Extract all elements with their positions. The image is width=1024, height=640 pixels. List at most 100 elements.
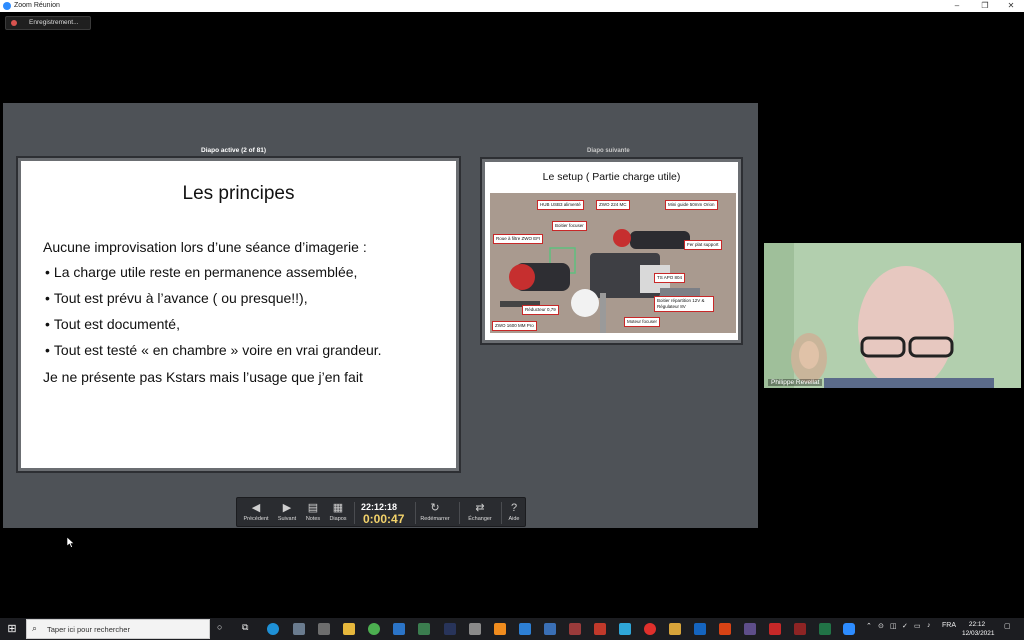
task-view-icon[interactable]: ⧉ bbox=[242, 622, 248, 633]
app-icon[interactable] bbox=[594, 623, 606, 635]
app-icon[interactable] bbox=[619, 623, 631, 635]
next-slide-frame[interactable]: Le setup ( Partie charge utile) HUB USB3… bbox=[480, 157, 743, 345]
next-button[interactable]: ▶ Suivant bbox=[273, 498, 301, 528]
maximize-button[interactable]: ❐ bbox=[972, 0, 998, 12]
restart-label: Redémarrer bbox=[420, 516, 450, 522]
opera-icon[interactable] bbox=[644, 623, 656, 635]
zoom-taskbar-icon[interactable] bbox=[843, 623, 855, 635]
vlc-icon[interactable] bbox=[494, 623, 506, 635]
mail-icon[interactable] bbox=[393, 623, 405, 635]
active-slide-label: Diapo active (2 of 81) bbox=[201, 147, 267, 154]
tray-icon[interactable]: ✓ bbox=[902, 622, 908, 630]
volume-icon[interactable]: ♪ bbox=[927, 622, 931, 629]
window-titlebar: Zoom Réunion – ❐ ✕ bbox=[0, 0, 1024, 12]
elapsed-timer: 0:00:47 bbox=[363, 512, 405, 526]
participant-video[interactable]: Philippe Revellat bbox=[764, 243, 1021, 388]
slide-title: Les principes bbox=[182, 183, 295, 204]
app-icon[interactable] bbox=[744, 623, 756, 635]
system-clock[interactable]: 22:12 12/03/2021 bbox=[962, 620, 995, 638]
app-icon[interactable] bbox=[669, 623, 681, 635]
presenter-view: Diapo active (2 of 81) Diapo suivante Le… bbox=[3, 103, 758, 528]
participant-image bbox=[764, 243, 1021, 388]
app-icon[interactable] bbox=[544, 623, 556, 635]
arrow-right-icon: ▶ bbox=[282, 502, 292, 514]
app-icon[interactable] bbox=[794, 623, 806, 635]
callout-moteur-focuser: Moteur focuser bbox=[624, 317, 661, 327]
callout-roue-filtre: Roue à filtre ZWO EFI bbox=[493, 234, 544, 244]
app-icon[interactable] bbox=[418, 623, 430, 635]
slide-bullet: Tout est prévu à l’avance ( ou presque!!… bbox=[45, 289, 382, 315]
slide-bullet: La charge utile reste en permanence asse… bbox=[45, 263, 382, 289]
next-slide-title: Le setup ( Partie charge utile) bbox=[542, 171, 681, 183]
app-icon[interactable] bbox=[293, 623, 305, 635]
help-icon: ? bbox=[510, 502, 518, 514]
tray-icon[interactable]: ◫ bbox=[890, 622, 897, 630]
callout-boitier-focuser: Boitier focuser bbox=[552, 221, 587, 231]
presenter-toolbar: ◀ Précédent ▶ Suivant ▤ Notes ▦ Diapos 2… bbox=[236, 497, 526, 527]
photoshop-icon[interactable] bbox=[444, 623, 456, 635]
previous-label: Précédent bbox=[243, 516, 269, 522]
dropbox-icon[interactable] bbox=[519, 623, 531, 635]
help-button[interactable]: ? Aide bbox=[503, 498, 525, 528]
language-indicator[interactable]: FRA bbox=[942, 622, 956, 629]
app-icon[interactable] bbox=[769, 623, 781, 635]
app-icon[interactable] bbox=[569, 623, 581, 635]
callout-mini-guide: Mini guide 50mm Orion bbox=[665, 200, 718, 210]
excel-icon[interactable] bbox=[819, 623, 831, 635]
callout-fer-plat: Fer plat support bbox=[684, 240, 722, 250]
current-slide: Les principes Aucune improvisation lors … bbox=[21, 161, 456, 468]
restart-button[interactable]: ↻ Redémarrer bbox=[417, 498, 453, 528]
cortana-icon[interactable]: ○ bbox=[217, 622, 222, 632]
system-time: 22:12 bbox=[968, 621, 986, 628]
store-icon[interactable] bbox=[318, 623, 330, 635]
taskbar-search-input[interactable]: ⌕ Taper ici pour rechercher bbox=[26, 619, 210, 639]
slide-intro: Aucune improvisation lors d’une séance d… bbox=[43, 239, 367, 255]
recording-label: Enregistrement... bbox=[29, 19, 79, 26]
tray-chevron-icon[interactable]: ⌃ bbox=[866, 622, 872, 630]
slide-bullet: Tout est testé « en chambre » voire en v… bbox=[45, 341, 382, 367]
chrome-icon[interactable] bbox=[368, 623, 380, 635]
callout-zwo-224: ZWO 224 MC bbox=[596, 200, 630, 210]
windows-start-icon[interactable]: ⊞ bbox=[4, 621, 20, 637]
swap-button[interactable]: ⇄ Échanger bbox=[463, 498, 497, 528]
previous-button[interactable]: ◀ Précédent bbox=[239, 498, 273, 528]
notification-icon[interactable]: ▢ bbox=[1004, 622, 1011, 630]
search-icon: ⌕ bbox=[32, 623, 38, 633]
current-slide-frame[interactable]: Les principes Aucune improvisation lors … bbox=[16, 156, 461, 473]
swap-icon: ⇄ bbox=[475, 502, 485, 514]
arrow-left-icon: ◀ bbox=[251, 502, 261, 514]
tray-icon[interactable]: ⊙ bbox=[878, 622, 884, 630]
help-label: Aide bbox=[508, 516, 520, 522]
search-placeholder: Taper ici pour rechercher bbox=[47, 625, 130, 634]
slides-button[interactable]: ▦ Diapos bbox=[325, 498, 351, 528]
next-slide-label: Diapo suivante bbox=[587, 148, 630, 154]
notes-button[interactable]: ▤ Notes bbox=[301, 498, 325, 528]
notes-icon: ▤ bbox=[307, 502, 319, 514]
slides-label: Diapos bbox=[329, 516, 347, 522]
separator bbox=[354, 502, 355, 524]
window-title: Zoom Réunion bbox=[14, 2, 60, 9]
callout-zwo-1600: ZWO 1600 MM Pro bbox=[492, 321, 537, 331]
slide-bullets: La charge utile reste en permanence asse… bbox=[45, 263, 382, 367]
explorer-icon[interactable] bbox=[343, 623, 355, 635]
network-icon[interactable]: ▭ bbox=[914, 622, 921, 630]
next-label: Suivant bbox=[277, 516, 297, 522]
grid-icon: ▦ bbox=[332, 502, 344, 514]
minimize-button[interactable]: – bbox=[944, 0, 970, 12]
zoom-app-icon bbox=[3, 2, 11, 10]
close-button[interactable]: ✕ bbox=[998, 0, 1024, 12]
swap-label: Échanger bbox=[468, 516, 492, 522]
clock: 22:12:18 bbox=[361, 502, 398, 512]
slide-bullet: Tout est documenté, bbox=[45, 315, 382, 341]
callout-ts-apo: TS APO 804 bbox=[654, 273, 686, 283]
separator bbox=[459, 502, 460, 524]
callout-hub-usb3: HUB USB3 alimenté bbox=[537, 200, 584, 210]
slide-outro: Je ne présente pas Kstars mais l’usage q… bbox=[43, 369, 363, 385]
edge-icon[interactable] bbox=[267, 623, 279, 635]
next-slide: Le setup ( Partie charge utile) HUB USB3… bbox=[485, 162, 738, 340]
callout-boitier-repartition: Boitier répartition 12V & Régulateur 8V bbox=[654, 296, 714, 312]
recording-indicator[interactable]: Enregistrement... bbox=[5, 16, 91, 30]
outlook-icon[interactable] bbox=[694, 623, 706, 635]
office-icon[interactable] bbox=[719, 623, 731, 635]
app-icon[interactable] bbox=[469, 623, 481, 635]
